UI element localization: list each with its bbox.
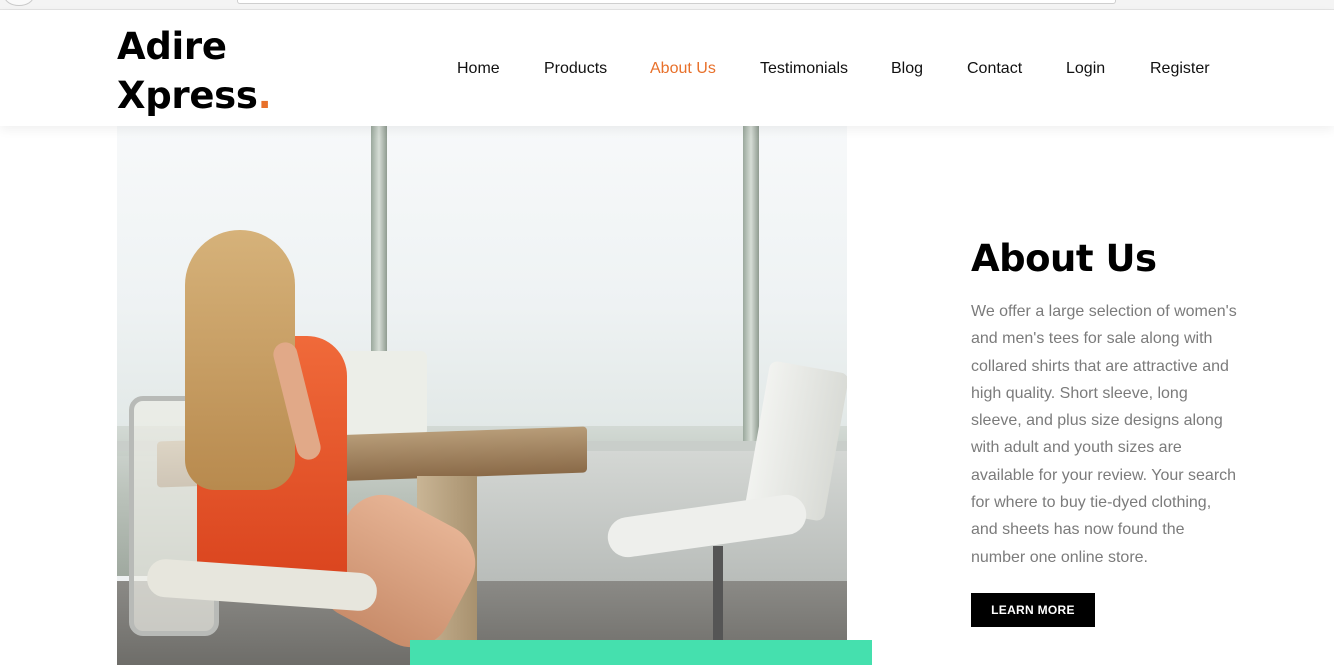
brand-dot: . xyxy=(257,74,272,117)
brand-line-1: Adire xyxy=(117,25,227,68)
nav-testimonials[interactable]: Testimonials xyxy=(760,58,848,80)
nav-home[interactable]: Home xyxy=(457,58,500,80)
address-bar[interactable] xyxy=(237,0,1116,4)
nav-login[interactable]: Login xyxy=(1066,58,1105,80)
nav-register[interactable]: Register xyxy=(1150,58,1210,80)
accent-bar xyxy=(410,640,872,665)
office-chair-stem xyxy=(713,546,723,646)
window-frame xyxy=(743,126,759,456)
site-header: Adire Xpress. Home Products About Us Tes… xyxy=(0,10,1334,126)
brand-line-2: Xpress xyxy=(117,74,258,117)
nav-about-us[interactable]: About Us xyxy=(650,58,716,80)
browser-chrome xyxy=(0,0,1334,10)
nav-contact[interactable]: Contact xyxy=(967,58,1022,80)
browser-button[interactable] xyxy=(4,0,34,6)
nav-products[interactable]: Products xyxy=(544,58,607,80)
about-hero-image xyxy=(117,126,847,665)
about-title: About Us xyxy=(971,237,1157,280)
brand-logo[interactable]: Adire Xpress. xyxy=(117,22,272,120)
nav-blog[interactable]: Blog xyxy=(891,58,923,80)
about-description: We offer a large selection of women's an… xyxy=(971,303,1237,566)
learn-more-button[interactable]: LEARN MORE xyxy=(971,593,1095,627)
